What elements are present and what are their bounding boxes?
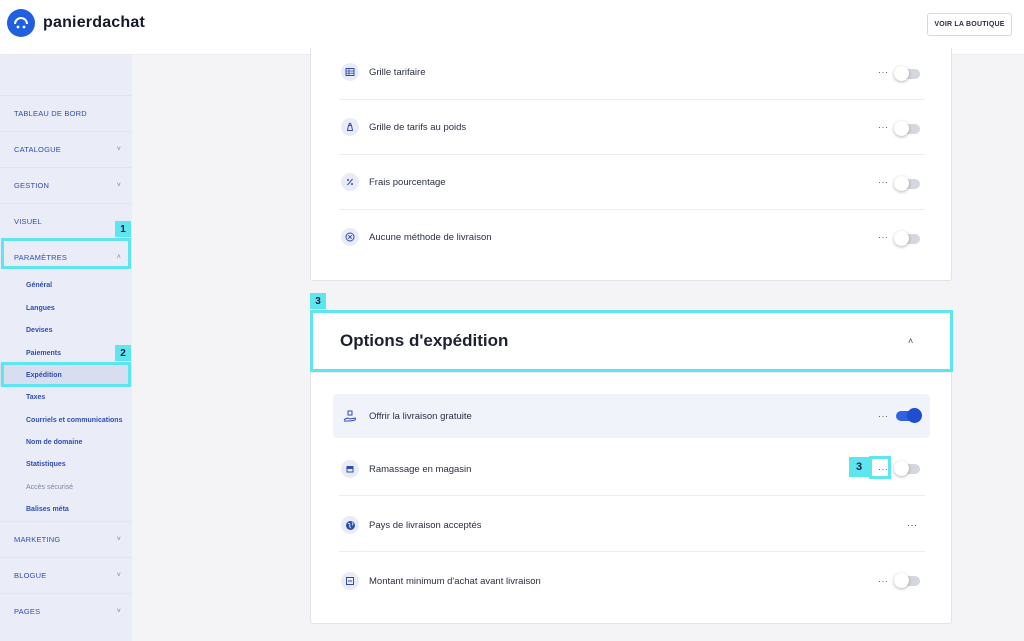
sidebar-subitem-domaine[interactable]: Nom de domaine [0,431,132,453]
store-pickup-toggle[interactable] [894,461,920,476]
top-header: panierdachat VOIR LA BOUTIQUE [0,0,1024,55]
sidebar-subitem-devises[interactable]: Devises [0,319,132,341]
store-icon [341,460,359,478]
shipping-method-row: Aucune méthode de livraison ··· [311,215,953,259]
sidebar-subitem-taxes[interactable]: Taxes [0,386,132,408]
row-divider [339,154,925,155]
shipping-method-row: Grille tarifaire ··· [311,50,953,94]
sidebar-item-label: GESTION [14,181,50,190]
sidebar-subitem-courriels[interactable]: Courriels et communications [0,409,132,431]
hand-package-icon [341,407,359,425]
aucune-methode-toggle[interactable] [894,231,920,246]
chevron-down-icon: ˅ [116,182,121,189]
shipping-option-label: Montant minimum d'achat avant livraison [369,575,541,587]
annotation-badge-2: 2 [115,345,131,361]
more-options-button[interactable]: ··· [878,576,889,586]
shipping-method-label: Frais pourcentage [369,176,446,188]
row-divider [339,209,925,210]
sidebar-item-label: PAGES [14,607,41,616]
shipping-method-label: Grille de tarifs au poids [369,121,467,133]
more-options-button[interactable]: ··· [878,232,889,242]
globe-icon [341,516,359,534]
brand-name[interactable]: panierdachat [43,14,145,32]
more-options-button[interactable]: ··· [907,520,918,530]
sidebar-subitem-paiements[interactable]: Paiements [0,342,132,364]
sidebar-item-dashboard[interactable]: TABLEAU DE BORD [0,95,132,131]
minimum-amount-toggle[interactable] [894,573,920,588]
chevron-down-icon: ˅ [116,572,121,579]
shipping-method-row: Grille de tarifs au poids ··· [311,105,953,149]
minus-box-icon [341,572,359,590]
grille-tarifaire-toggle[interactable] [894,66,920,81]
shipping-method-label: Aucune méthode de livraison [369,231,492,243]
sidebar-item-label: MARKETING [14,535,61,544]
sidebar-subitem-general[interactable]: Général [0,274,132,296]
shipping-methods-card: Grille tarifaire ··· Grille de tarifs au… [310,48,952,281]
sidebar-item-blogue[interactable]: BLOGUE ˅ [0,557,132,593]
highlight-box-parametres [1,238,131,269]
cross-circle-icon [341,228,359,246]
row-divider [339,99,925,100]
shipping-option-label: Ramassage en magasin [369,463,472,475]
sidebar-item-label: CATALOGUE [14,145,61,154]
sidebar: TABLEAU DE BORD CATALOGUE ˅ GESTION ˅ VI… [0,55,132,641]
highlight-box-expedition [1,362,131,387]
chevron-down-icon: ˅ [116,146,121,153]
grille-poids-toggle[interactable] [894,121,920,136]
sidebar-subitem-balises-meta[interactable]: Balises méta [0,498,132,520]
section-divider [311,372,951,373]
shipping-option-row: Pays de livraison acceptés ··· [311,503,953,547]
shipping-option-label: Pays de livraison acceptés [369,519,482,531]
more-options-button[interactable]: ··· [878,67,889,77]
sidebar-item-label: VISUEL [14,217,42,226]
more-options-button[interactable]: ··· [878,122,889,132]
annotation-badge-3-dots: 3 [849,457,869,477]
more-options-button[interactable]: ··· [878,177,889,187]
percent-icon [341,173,359,191]
chevron-down-icon: ˅ [116,536,121,543]
sidebar-item-label: TABLEAU DE BORD [14,109,87,118]
row-divider [339,495,925,496]
weight-icon [341,118,359,136]
highlight-box-section-header [310,310,953,372]
sidebar-item-visuel[interactable]: VISUEL [0,203,132,239]
shipping-option-row: Montant minimum d'achat avant livraison … [311,559,953,603]
sidebar-item-label: BLOGUE [14,571,47,580]
frais-pourcentage-toggle[interactable] [894,176,920,191]
shipping-option-row: Offrir la livraison gratuite ··· [311,394,953,438]
table-icon [341,63,359,81]
more-options-button[interactable]: ··· [878,411,889,421]
annotation-badge-1: 1 [115,221,131,237]
sidebar-subitem-acces-securise[interactable]: Accès sécurisé [0,476,132,498]
shipping-method-row: Frais pourcentage ··· [311,160,953,204]
sidebar-item-marketing[interactable]: MARKETING ˅ [0,521,132,557]
sidebar-item-pages[interactable]: PAGES ˅ [0,593,132,629]
shipping-method-label: Grille tarifaire [369,66,426,78]
logo-icon[interactable] [7,9,35,37]
row-divider [339,551,925,552]
shipping-option-label: Offrir la livraison gratuite [369,410,472,422]
highlight-box-store-pickup-dots [869,456,891,479]
sidebar-item-catalogue[interactable]: CATALOGUE ˅ [0,131,132,167]
view-shop-button[interactable]: VOIR LA BOUTIQUE [927,13,1012,36]
annotation-badge-3: 3 [310,293,326,309]
sidebar-item-gestion[interactable]: GESTION ˅ [0,167,132,203]
free-shipping-toggle[interactable] [896,408,922,423]
sidebar-subitem-statistiques[interactable]: Statistiques [0,453,132,475]
chevron-down-icon: ˅ [116,608,121,615]
sidebar-subitem-langues[interactable]: Langues [0,297,132,319]
